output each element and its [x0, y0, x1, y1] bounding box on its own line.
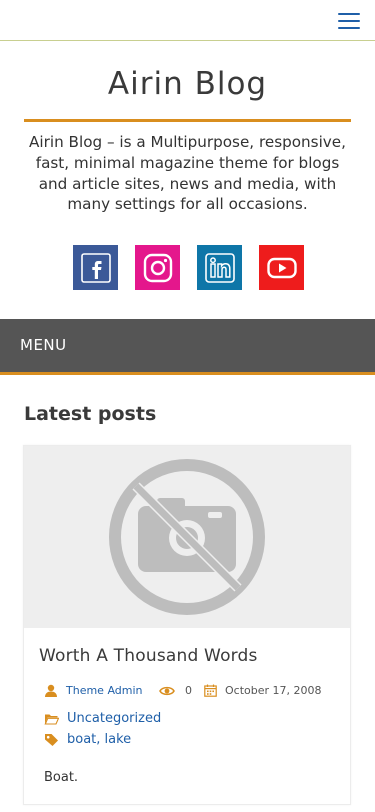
post-card: Worth A Thousand Words Theme Admin 0 Oct…: [23, 445, 351, 805]
no-image-placeholder-icon: [109, 459, 265, 615]
post-excerpt: Boat.: [44, 770, 79, 785]
tag-icon: [45, 734, 58, 746]
linkedin-icon: [204, 252, 235, 283]
menu-bar: MENU: [0, 319, 375, 375]
post-author: Theme Admin: [44, 684, 143, 697]
post-views: 0: [159, 684, 192, 697]
youtube-button[interactable]: [259, 245, 304, 290]
youtube-icon: [266, 257, 297, 278]
instagram-icon: [143, 253, 172, 282]
post-category-link[interactable]: Uncategorized: [67, 711, 161, 726]
folder-icon: [44, 714, 59, 725]
instagram-button[interactable]: [135, 245, 180, 290]
post-tags-links[interactable]: boat, lake: [67, 732, 131, 747]
post-title-link[interactable]: Worth A Thousand Words: [39, 646, 258, 666]
linkedin-button[interactable]: [197, 245, 242, 290]
menu-toggle-button[interactable]: MENU: [20, 336, 67, 354]
post-date-text: October 17, 2008: [225, 684, 322, 697]
facebook-button[interactable]: [73, 245, 118, 290]
post-views-count: 0: [185, 684, 192, 697]
user-icon: [45, 684, 57, 697]
calendar-icon: [204, 684, 217, 697]
post-author-link[interactable]: Theme Admin: [66, 684, 143, 697]
eye-icon: [159, 686, 175, 695]
facebook-icon: [80, 252, 111, 283]
post-thumbnail[interactable]: [24, 446, 350, 628]
section-title: Latest posts: [24, 403, 157, 425]
post-date: October 17, 2008: [204, 684, 322, 697]
site-tagline: Airin Blog – is a Multipurpose, responsi…: [29, 133, 346, 214]
post-tags: boat, lake: [44, 732, 131, 747]
top-bar: [0, 0, 375, 41]
post-category: Uncategorized: [44, 711, 161, 726]
hamburger-icon[interactable]: [338, 13, 360, 29]
site-title[interactable]: Airin Blog: [0, 66, 375, 102]
title-divider: [24, 119, 351, 122]
